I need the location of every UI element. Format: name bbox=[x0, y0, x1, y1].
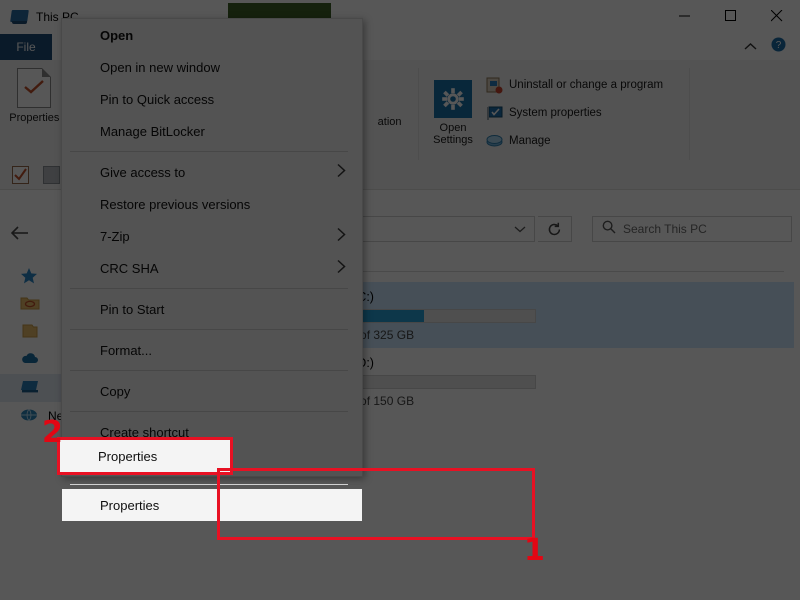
context-menu-separator bbox=[70, 411, 348, 412]
help-icon[interactable]: ? bbox=[771, 37, 786, 57]
svg-text:?: ? bbox=[776, 40, 782, 51]
screenshot-root: This PC File Computer View bbox=[0, 0, 800, 600]
context-menu-item-label: Manage BitLocker bbox=[100, 123, 205, 139]
context-menu-item-label: Copy bbox=[100, 383, 131, 399]
context-menu-item-label: Restore previous versions bbox=[100, 196, 251, 212]
tab-file[interactable]: File bbox=[0, 34, 52, 60]
system-properties-icon bbox=[486, 105, 503, 122]
search-input[interactable]: Search This PC bbox=[623, 222, 707, 236]
ribbon-open-settings-button[interactable]: Open Settings bbox=[420, 72, 486, 152]
search-box[interactable]: Search This PC bbox=[592, 216, 792, 242]
annotation-box-drive-c bbox=[217, 468, 535, 540]
chevron-right-icon bbox=[337, 227, 346, 245]
gear-icon bbox=[434, 80, 472, 118]
context-menu[interactable]: Open Open in new window Pin to Quick acces… bbox=[61, 18, 363, 521]
annotation-marker-2: 2 bbox=[42, 418, 63, 448]
ribbon-uninstall-program-label: Uninstall or change a program bbox=[509, 79, 664, 91]
context-menu-item-label: Open in new window bbox=[100, 59, 220, 75]
context-menu-item-label: Pin to Start bbox=[100, 301, 165, 317]
chevron-up-icon[interactable] bbox=[744, 38, 757, 56]
context-menu-item-restore-previous-versions[interactable]: Restore previous versions bbox=[62, 188, 362, 220]
context-menu-item-pin-to-quick-access[interactable]: Pin to Quick access bbox=[62, 83, 362, 115]
ribbon-properties-label: Properties bbox=[9, 112, 60, 124]
context-menu-item-label: Pin to Quick access bbox=[100, 91, 215, 107]
context-menu-separator bbox=[70, 151, 348, 152]
context-menu-item-label: Give access to bbox=[100, 164, 186, 180]
ribbon-add-network-location-button[interactable]: ation bbox=[367, 74, 412, 132]
folder-icon bbox=[20, 295, 40, 313]
context-menu-item-label: Open bbox=[100, 27, 134, 43]
context-menu-item-label: Properties bbox=[100, 497, 160, 513]
ribbon-open-settings-label-2: Settings bbox=[433, 134, 473, 146]
properties-check-icon bbox=[17, 68, 52, 108]
checkbox-icon[interactable] bbox=[12, 166, 29, 189]
ribbon-manage-label: Manage bbox=[509, 135, 551, 147]
context-menu-separator bbox=[70, 370, 348, 371]
chevron-right-icon bbox=[337, 259, 346, 277]
context-menu-item-label: 7-Zip bbox=[100, 228, 130, 244]
window-controls bbox=[662, 0, 800, 32]
chevron-down-icon[interactable] bbox=[514, 220, 526, 238]
context-menu-separator bbox=[70, 288, 348, 289]
ribbon-properties-button[interactable]: Properties bbox=[6, 60, 63, 124]
annotation-marker-2-label: 2 bbox=[42, 415, 63, 450]
context-menu-item-format[interactable]: Format... bbox=[62, 334, 362, 366]
context-menu-item-label: Format... bbox=[100, 342, 153, 358]
ribbon-open-settings-label-1: Open bbox=[439, 122, 467, 134]
maximize-button[interactable] bbox=[708, 0, 754, 32]
folder-icon bbox=[20, 323, 40, 341]
context-menu-item-copy[interactable]: Copy bbox=[62, 375, 362, 407]
refresh-icon[interactable] bbox=[538, 216, 572, 242]
context-menu-item-pin-to-start[interactable]: Pin to Start bbox=[62, 293, 362, 325]
annotation-box-properties bbox=[57, 437, 233, 475]
context-menu-item-manage-bitlocker[interactable]: Manage BitLocker bbox=[62, 115, 362, 147]
annotation-marker-1: 1 bbox=[524, 536, 545, 566]
ribbon-system-properties-item[interactable]: System properties bbox=[486, 102, 663, 124]
manage-icon bbox=[486, 133, 503, 150]
context-menu-item-give-access-to[interactable]: Give access to bbox=[62, 156, 362, 188]
close-button[interactable] bbox=[754, 0, 800, 32]
annotation-marker-1-label: 1 bbox=[524, 533, 545, 568]
ribbon-system-properties-label: System properties bbox=[509, 107, 602, 119]
context-menu-item-crc-sha[interactable]: CRC SHA bbox=[62, 252, 362, 284]
ribbon-network-label-2: ation bbox=[377, 116, 402, 128]
onedrive-cloud-icon bbox=[20, 351, 40, 369]
search-icon bbox=[602, 220, 616, 239]
context-menu-item-7-zip[interactable]: 7-Zip bbox=[62, 220, 362, 252]
context-menu-separator bbox=[70, 329, 348, 330]
uninstall-program-icon bbox=[486, 77, 503, 94]
this-pc-monitor-icon bbox=[10, 8, 30, 26]
ribbon-uninstall-program-item[interactable]: Uninstall or change a program bbox=[486, 74, 663, 96]
network-icon bbox=[20, 407, 40, 425]
this-pc-icon bbox=[20, 379, 40, 397]
ribbon-manage-item[interactable]: Manage bbox=[486, 130, 663, 152]
chevron-right-icon bbox=[337, 163, 346, 181]
context-menu-item-label: CRC SHA bbox=[100, 260, 159, 276]
back-arrow-icon[interactable] bbox=[0, 214, 40, 252]
context-menu-item-open-in-new-window[interactable]: Open in new window bbox=[62, 51, 362, 83]
minimize-button[interactable] bbox=[662, 0, 708, 32]
pane-layout-icon[interactable] bbox=[43, 166, 60, 189]
quick-access-star-icon bbox=[20, 267, 40, 285]
context-menu-item-open[interactable]: Open bbox=[62, 19, 362, 51]
